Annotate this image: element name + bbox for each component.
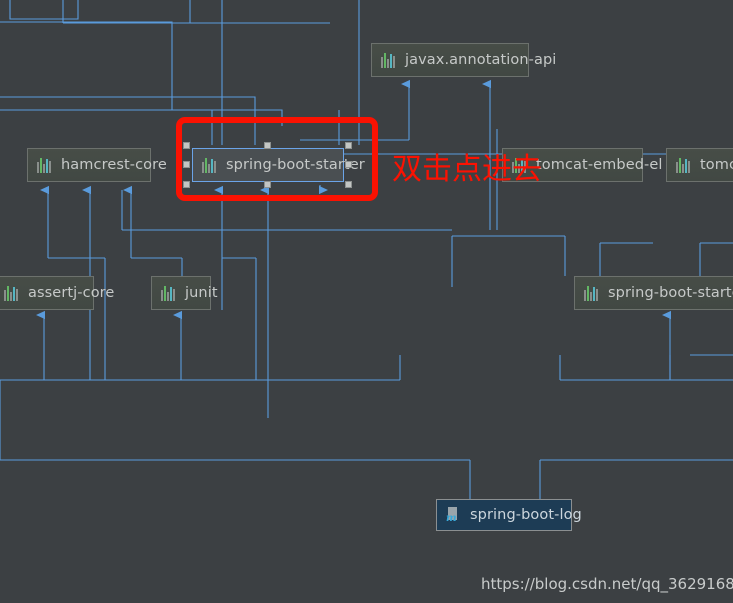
graph-node-spring-boot-starter[interactable]: spring-boot-starter xyxy=(192,148,365,182)
annotation-text: 双击点进去 xyxy=(392,152,542,187)
graph-node-label: junit xyxy=(185,285,218,301)
library-bars-icon xyxy=(381,52,397,68)
selection-handle[interactable] xyxy=(264,181,271,188)
graph-node-label: spring-boot-starter xyxy=(226,157,365,173)
selection-handle[interactable] xyxy=(183,181,190,188)
graph-node-label: spring-boot-starter-te xyxy=(608,285,733,301)
selection-handle[interactable] xyxy=(264,142,271,149)
graph-node-hamcrest-core[interactable]: hamcrest-core xyxy=(27,148,167,182)
selection-handle[interactable] xyxy=(183,161,190,168)
graph-node-label: tomcat-embed-el xyxy=(536,157,663,173)
library-bars-icon xyxy=(584,285,600,301)
selection-handle[interactable] xyxy=(183,142,190,149)
watermark-url: https://blog.csdn.net/qq_36291682 xyxy=(481,575,733,593)
graph-node-assertj-core[interactable]: assertj-core xyxy=(0,276,114,310)
graph-node-javax-annotation-api[interactable]: javax.annotation-api xyxy=(371,43,556,77)
library-bars-icon xyxy=(4,285,20,301)
graph-node-tomcat[interactable]: tomcat xyxy=(666,148,733,182)
library-bars-icon xyxy=(676,157,692,173)
graph-edge xyxy=(9,0,79,20)
graph-edge xyxy=(0,109,213,145)
selection-handle[interactable] xyxy=(345,181,352,188)
graph-node-spring-boot-starter-te[interactable]: spring-boot-starter-te xyxy=(574,276,733,310)
graph-edge xyxy=(0,96,256,145)
selection-handle[interactable] xyxy=(345,142,352,149)
graph-node-label: spring-boot-log xyxy=(470,507,582,523)
library-bars-icon xyxy=(202,157,218,173)
maven-module-icon: m xyxy=(446,507,462,524)
dependency-graph-canvas[interactable]: javax.annotation-api hamcrest-core spring-… xyxy=(0,0,733,603)
library-bars-icon xyxy=(161,285,177,301)
graph-node-label: assertj-core xyxy=(28,285,115,301)
selection-handle[interactable] xyxy=(345,161,352,168)
library-bars-icon xyxy=(37,157,53,173)
graph-node-spring-boot-log[interactable]: m spring-boot-log xyxy=(436,499,582,531)
graph-node-label: tomcat xyxy=(700,157,733,173)
graph-node-label: javax.annotation-api xyxy=(405,52,557,68)
graph-node-label: hamcrest-core xyxy=(61,157,167,173)
graph-node-junit[interactable]: junit xyxy=(151,276,218,310)
